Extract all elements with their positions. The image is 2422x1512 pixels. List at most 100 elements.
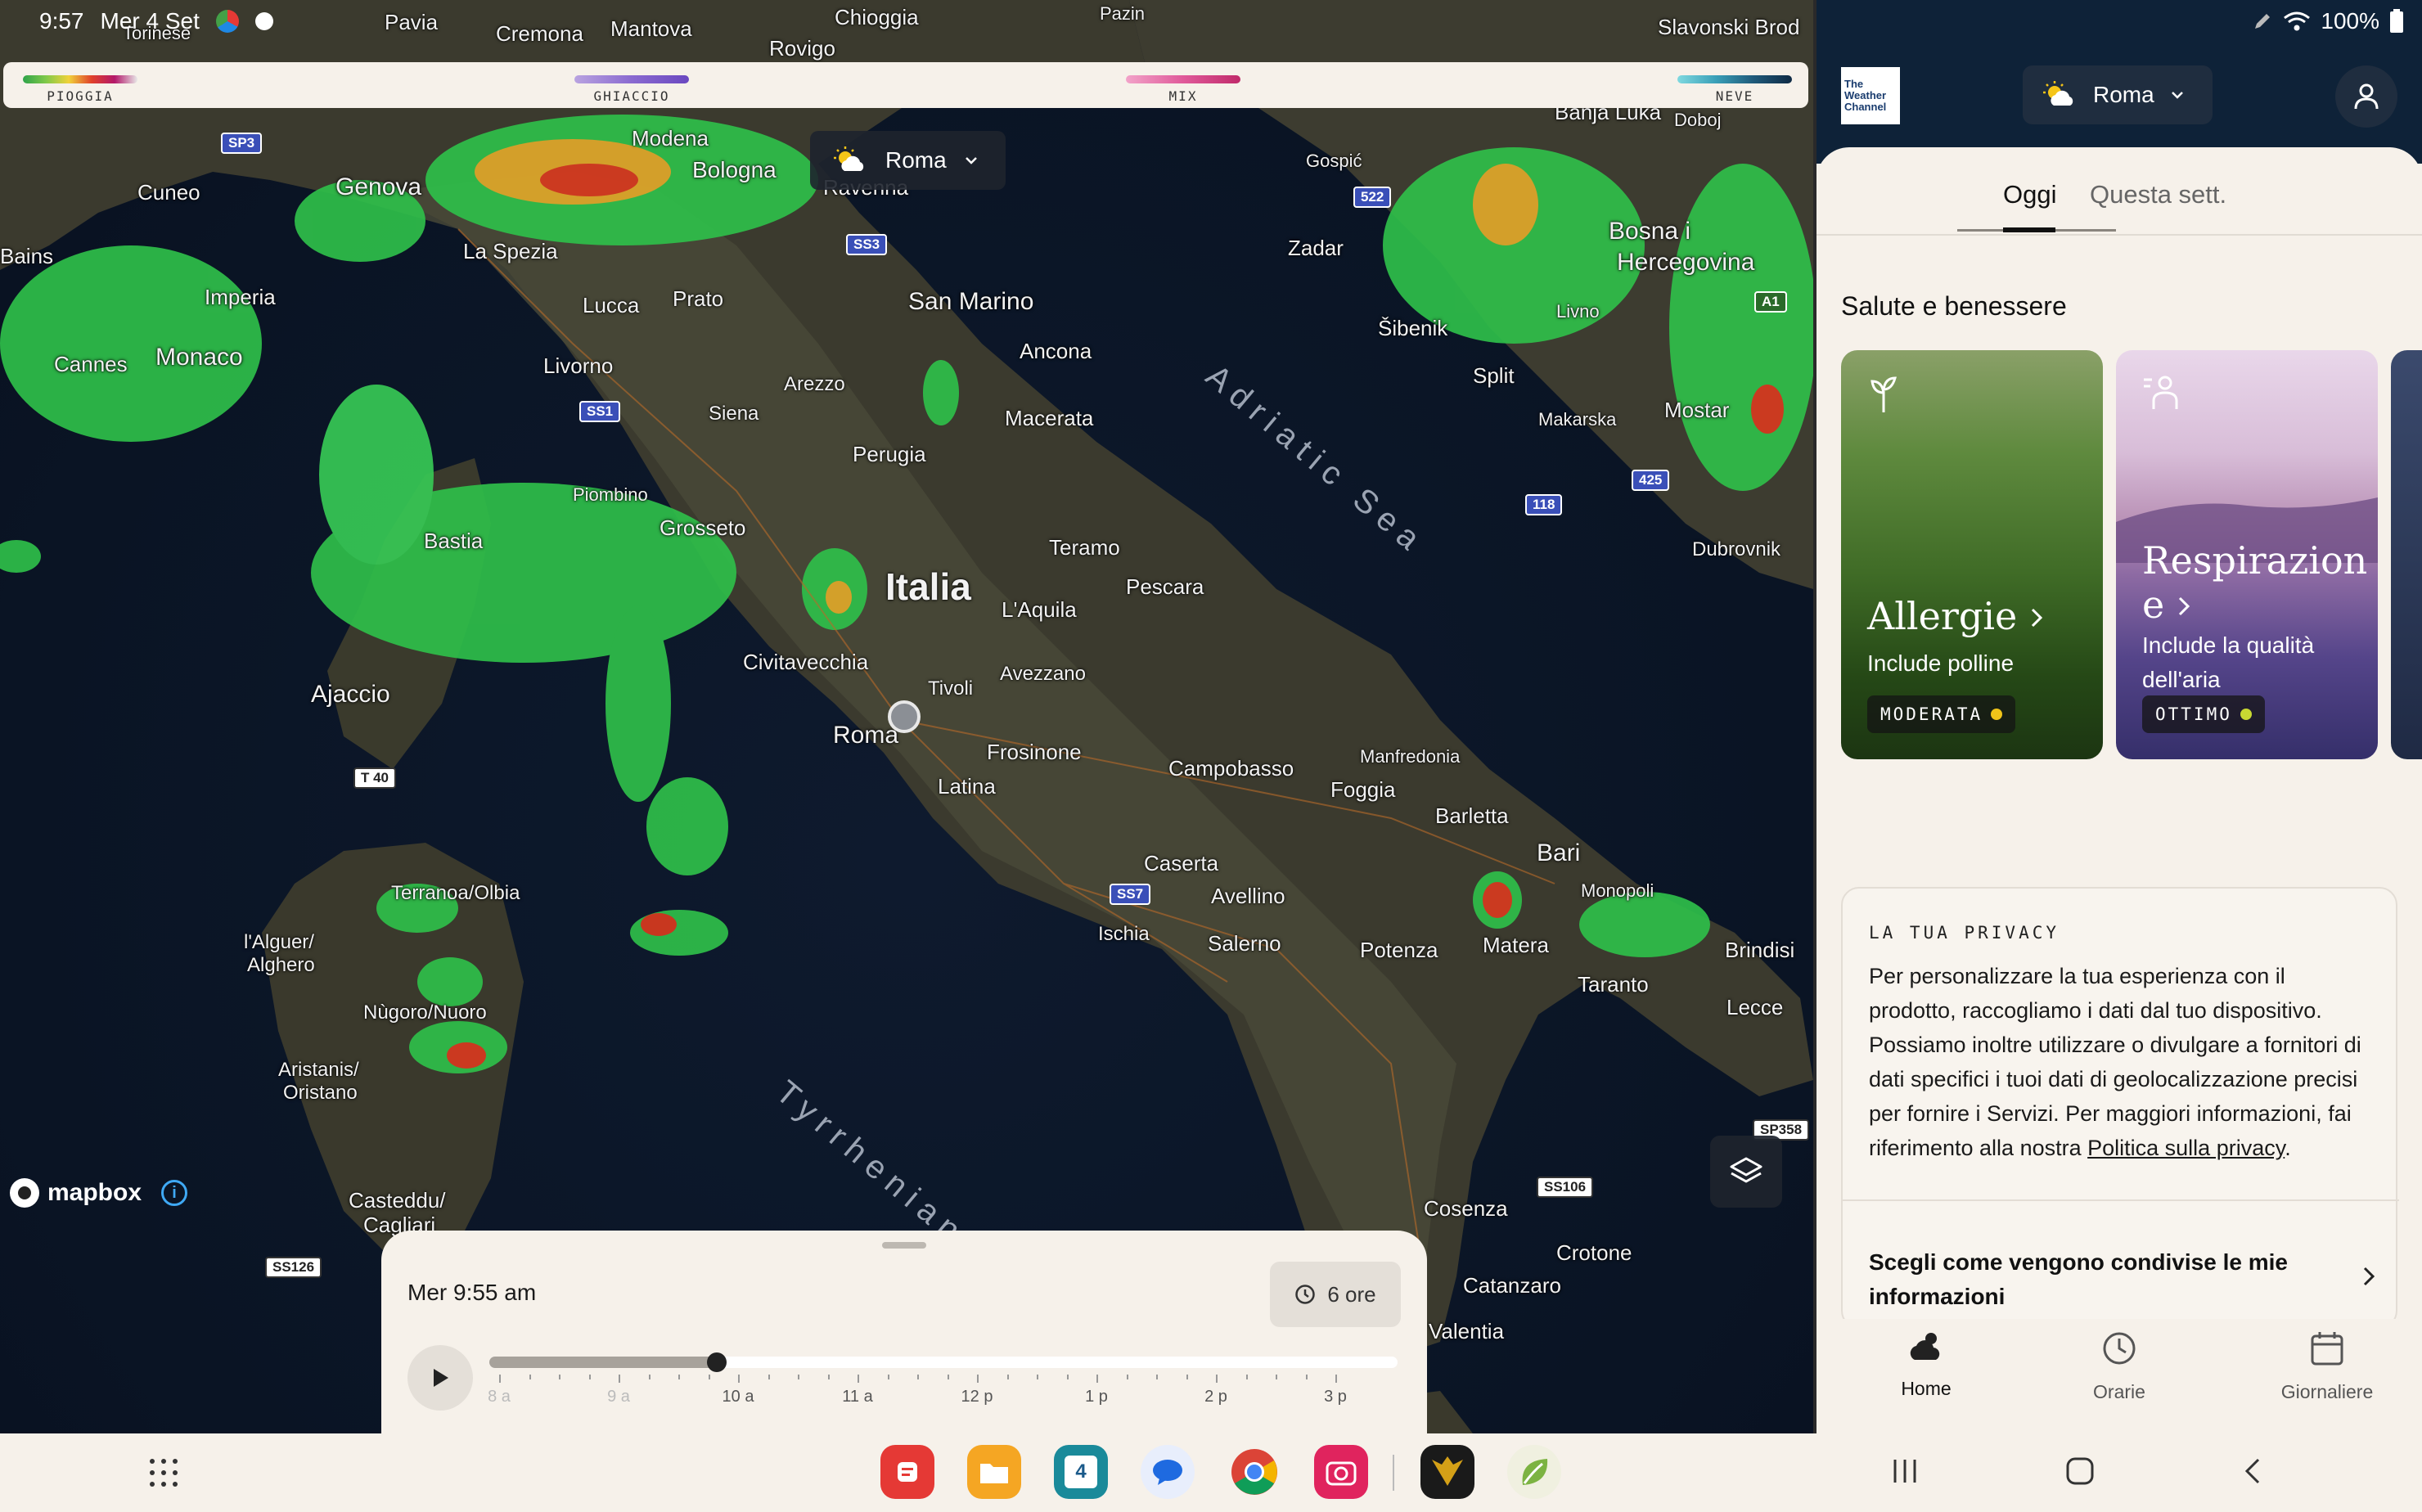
- timeline-tick-label: 9 a: [607, 1388, 630, 1406]
- legend-rain: PIOGGIA: [23, 75, 137, 104]
- map-label-alguer: l'Alguer/: [244, 931, 314, 953]
- map-label-ajaccio: Ajaccio: [311, 681, 390, 708]
- radar-map[interactable]: Pavia Torinese Cremona Mantova Chioggia …: [0, 0, 1813, 1433]
- chevron-down-icon: [2171, 92, 2183, 99]
- play-button[interactable]: [407, 1345, 473, 1411]
- map-label-sanmarino: San Marino: [908, 288, 1034, 315]
- privacy-policy-link[interactable]: Politica sulla privacy: [2087, 1136, 2285, 1160]
- legend-snow-label: NEVE: [1715, 88, 1754, 104]
- timeline-tick: [1335, 1375, 1337, 1383]
- map-label-cremona: Cremona: [496, 21, 583, 46]
- privacy-notice: LA TUA PRIVACY Per personalizzare la tua…: [1841, 887, 2399, 1329]
- allergies-level-text: MODERATA: [1880, 704, 1983, 724]
- timeline-tick: [858, 1375, 859, 1383]
- road-shield: SS1: [579, 401, 621, 422]
- nav-hourly-label: Orarie: [2093, 1381, 2145, 1402]
- green-app-icon[interactable]: [1507, 1445, 1561, 1499]
- timeline-tick: [977, 1375, 979, 1383]
- status-bar-right: 100%: [2252, 8, 2404, 34]
- timeline-minor-tick: [588, 1375, 591, 1379]
- next-health-card[interactable]: [2391, 350, 2422, 759]
- map-label-mantova: Mantova: [610, 16, 692, 41]
- timeline-minor-tick: [947, 1375, 949, 1379]
- game-app-icon[interactable]: [1420, 1445, 1474, 1499]
- map-label-dubrovnik: Dubrovnik: [1692, 538, 1781, 560]
- map-label-lucca: Lucca: [583, 293, 640, 317]
- nav-daily[interactable]: Giornaliere: [2245, 1330, 2409, 1403]
- map-label-slavonski: Slavonski Brod: [1658, 15, 1800, 39]
- tab-this-week[interactable]: Questa sett.: [2090, 180, 2226, 209]
- timeline-duration-label: 6 ore: [1327, 1281, 1376, 1307]
- app-header: 100% The Weather Channel Roma: [1816, 0, 2422, 164]
- recent-apps-icon[interactable]: [1892, 1456, 1918, 1486]
- chrome-app-icon[interactable]: [1227, 1445, 1281, 1499]
- dock-separator: [1393, 1455, 1394, 1491]
- map-location-selector[interactable]: Roma: [810, 131, 1006, 190]
- chevron-right-icon[interactable]: [2361, 1265, 2376, 1288]
- map-label-arezzo: Arezzo: [784, 373, 845, 395]
- profile-button[interactable]: [2335, 65, 2397, 128]
- timeline-tick: [499, 1375, 501, 1383]
- notes-icon: [898, 1462, 917, 1482]
- app-drawer-icon[interactable]: [149, 1458, 178, 1487]
- timeline-tick: [1096, 1375, 1098, 1383]
- camera-app-icon[interactable]: [1314, 1445, 1368, 1499]
- timeline-tick-label: 12 p: [961, 1388, 993, 1406]
- mapbox-logo-icon: [10, 1178, 39, 1208]
- allergies-card[interactable]: Allergie Include polline MODERATA: [1841, 350, 2103, 759]
- current-location-marker[interactable]: [888, 700, 921, 733]
- nav-home[interactable]: Home: [1844, 1330, 2008, 1400]
- home-icon[interactable]: [2065, 1456, 2095, 1486]
- mapbox-attribution[interactable]: mapbox i: [10, 1178, 188, 1208]
- map-location-name: Roma: [885, 147, 947, 173]
- map-label-livno: Livno: [1556, 301, 1600, 322]
- calendar-icon: [2311, 1332, 2343, 1366]
- map-label-pescara: Pescara: [1126, 574, 1204, 599]
- messages-app-icon[interactable]: [1141, 1445, 1195, 1499]
- breathing-card[interactable]: Respirazion e Include la qualità dell'ar…: [2116, 350, 2378, 759]
- wifi-icon: [2284, 11, 2311, 31]
- road-shield: SP3: [221, 133, 263, 154]
- chevron-right-icon: [2178, 596, 2190, 616]
- app-content[interactable]: Oggi Questa sett. Salute e benessere All…: [1816, 147, 2422, 1329]
- timeline-minor-tick: [1126, 1375, 1128, 1379]
- timeline-tick-label: 11 a: [842, 1388, 873, 1406]
- map-layers-button[interactable]: [1710, 1136, 1782, 1208]
- road-shield: SS3: [846, 234, 888, 255]
- road-shield: T 40: [353, 767, 397, 789]
- breathing-card-title: Respirazion e: [2142, 538, 2367, 627]
- map-label-lecce: Lecce: [1726, 995, 1784, 1019]
- folder-icon: [980, 1464, 1008, 1483]
- info-icon[interactable]: i: [161, 1180, 188, 1206]
- chat-bubble-icon: [1153, 1460, 1182, 1485]
- files-app-icon[interactable]: [967, 1445, 1021, 1499]
- timeline-progress: [489, 1357, 717, 1368]
- legend-ice-label: GHIACCIO: [593, 88, 670, 104]
- timeline-minor-tick: [1037, 1375, 1038, 1379]
- map-label-matera: Matera: [1483, 933, 1549, 957]
- privacy-text: Per personalizzare la tua esperienza con…: [1869, 959, 2376, 1165]
- notes-app-icon[interactable]: [880, 1445, 934, 1499]
- precipitation-legend: PIOGGIA GHIACCIO MIX NEVE: [3, 62, 1808, 108]
- legend-mix-bar: [1126, 75, 1240, 83]
- battery-percent: 100%: [2321, 8, 2379, 34]
- map-label-modena: Modena: [632, 126, 709, 151]
- timeline-slider-handle[interactable]: [706, 1352, 727, 1372]
- calendar-app-icon[interactable]: 4: [1054, 1445, 1108, 1499]
- drag-handle[interactable]: [882, 1242, 926, 1249]
- legend-ice: GHIACCIO: [574, 75, 689, 104]
- timeline-minor-tick: [708, 1375, 710, 1379]
- map-label-barletta: Barletta: [1435, 803, 1509, 828]
- timeline-slider[interactable]: [489, 1352, 1398, 1372]
- app-location-selector[interactable]: Roma: [2023, 65, 2213, 124]
- bottom-navigation: Home Orarie Giornaliere: [1816, 1319, 2422, 1433]
- clock-icon: [2103, 1332, 2136, 1365]
- timeline-duration-button[interactable]: 6 ore: [1270, 1262, 1401, 1327]
- back-icon[interactable]: [2242, 1456, 2262, 1486]
- timeline-tick-label: 10 a: [722, 1388, 754, 1406]
- breathing-title-line2-row: e: [2142, 583, 2367, 627]
- data-sharing-link[interactable]: Scegli come vengono condivise le mie inf…: [1869, 1245, 2327, 1314]
- nav-hourly[interactable]: Orarie: [2037, 1330, 2201, 1403]
- timeline-minor-tick: [1186, 1375, 1188, 1379]
- tab-today[interactable]: Oggi: [2003, 180, 2056, 209]
